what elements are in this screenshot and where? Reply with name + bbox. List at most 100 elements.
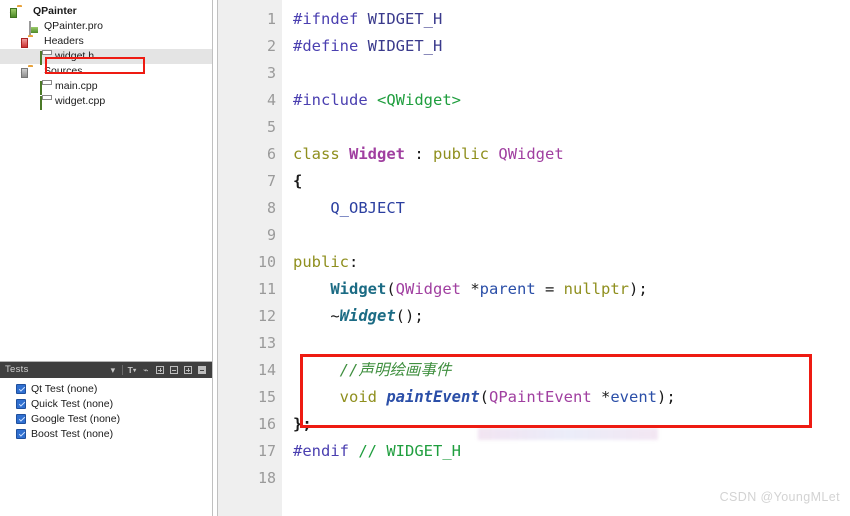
line-number: 13 [218,330,286,357]
tree-item-label: main.cpp [55,80,98,92]
token-preprocessor: #endif [293,442,349,460]
token-destructor: Widget [339,307,396,325]
tree-item-label: Sources [44,65,83,77]
line-number-gutter: 1 2 3 4 5 6▾ 7 8 9 10 11 12 13 14 15 16 … [218,0,289,516]
token-paren: ); [657,388,676,406]
expand-all-icon[interactable] [181,363,195,377]
line-number: 7 [266,172,276,190]
token-preprocessor: #include [293,91,368,109]
token-tilde: ~ [330,307,340,325]
line-number: 6▾ [218,141,289,168]
folder-headers-icon [28,36,41,48]
collapse-node-icon[interactable] [167,363,181,377]
tree-item-widget-h[interactable]: widget.h [0,49,212,65]
tree-item-headers[interactable]: ⌄ Headers [0,34,212,49]
token-macro-name: WIDGET_H [367,37,443,55]
token-macro-name: WIDGET_H [367,10,443,28]
test-item-quick-test[interactable]: Quick Test (none) [16,396,212,411]
project-file-icon [28,20,41,35]
token-pointer: * [591,388,611,406]
code-line-4: #include <QWidget> [293,87,850,114]
line-number-text: 14 [257,361,276,379]
token-operator: = [535,280,564,298]
code-line-6: class Widget : public QWidget [293,141,850,168]
show-output-icon[interactable] [195,363,209,377]
code-line-11: Widget(QWidget *parent = nullptr); [293,276,850,303]
folder-sources-icon [28,66,41,78]
token-pointer: * [461,280,480,298]
line-number: 3 [266,64,276,82]
token-comment: // WIDGET_H [349,442,461,460]
dropdown-arrow-icon[interactable]: ▾ [106,363,120,377]
test-item-qt-test[interactable]: Qt Test (none) [16,381,212,396]
checkbox-checked-icon[interactable] [16,398,26,409]
token-base-class: QWidget [498,145,564,163]
test-item-boost-test[interactable]: Boost Test (none) [16,426,212,441]
token-paren: ( [386,280,396,298]
line-number-text: 6 [266,145,276,163]
filter-icon[interactable]: T ▾ [125,363,139,377]
token-macro: Q_OBJECT [330,199,405,217]
checkbox-checked-icon[interactable] [16,413,26,424]
line-number: 17 [257,442,276,460]
line-number-text: 18 [257,469,276,487]
brush-icon[interactable]: ⌁ [139,363,153,377]
code-line-12: ~Widget(); [293,303,850,330]
line-number: 10 [257,253,276,271]
tests-list[interactable]: Qt Test (none) Quick Test (none) Google … [0,378,212,441]
checkbox-checked-icon[interactable] [16,383,26,394]
line-number: 5 [266,118,276,136]
token-class-name: Widget [349,145,406,163]
token-keyword: public [433,145,490,163]
line-number: 4 [266,91,276,109]
code-line-10: public: [293,249,850,276]
folder-icon [17,6,30,18]
token-param-name: parent [479,280,536,298]
checkbox-checked-icon[interactable] [16,428,26,439]
expand-node-icon[interactable] [153,363,167,377]
tree-item-label: QPainter.pro [44,20,103,32]
token-paren: ( [479,388,490,406]
tree-item-label: QPainter [33,5,77,17]
line-number: 1 [266,10,276,28]
tree-item-qpainter[interactable]: ⌄ QPainter [0,4,212,19]
line-number: 16 [257,415,276,433]
test-item-label: Quick Test (none) [31,397,114,410]
line-number: 2 [266,37,276,55]
token-preprocessor: #ifndef [293,10,359,28]
token-keyword: void [339,388,377,406]
tree-item-qpainter-pro[interactable]: QPainter.pro [0,19,212,35]
line-number-text: 13 [257,334,276,352]
test-item-label: Google Test (none) [31,412,121,425]
token-punctuation: : [405,145,434,163]
code-editor[interactable]: 1 2 3 4 5 6▾ 7 8 9 10 11 12 13 14 15 16 … [218,0,850,516]
code-line-16: }; [293,411,850,438]
tree-item-main-cpp[interactable]: main.cpp [0,79,212,95]
line-number: 8 [266,199,276,217]
left-panel: ⌄ QPainter QPainter.pro ⌄ Headers [0,0,212,516]
test-item-google-test[interactable]: Google Test (none) [16,411,212,426]
token-paren: (); [395,307,424,325]
code-line-2: #define WIDGET_H [293,33,850,60]
code-text-area[interactable]: #ifndef WIDGET_H #define WIDGET_H #inclu… [282,0,850,516]
source-file-icon [39,80,52,95]
token-paren: ); [629,280,648,298]
tree-item-sources[interactable]: ⌄ Sources [0,64,212,79]
project-tree[interactable]: ⌄ QPainter QPainter.pro ⌄ Headers [0,0,212,361]
source-file-icon [39,95,52,110]
token-preprocessor: #define [293,37,359,55]
line-number: 15 [218,384,286,411]
token-brace: { [293,172,303,190]
tree-item-widget-cpp[interactable]: widget.cpp [0,94,212,110]
code-line-7: { [293,168,850,195]
